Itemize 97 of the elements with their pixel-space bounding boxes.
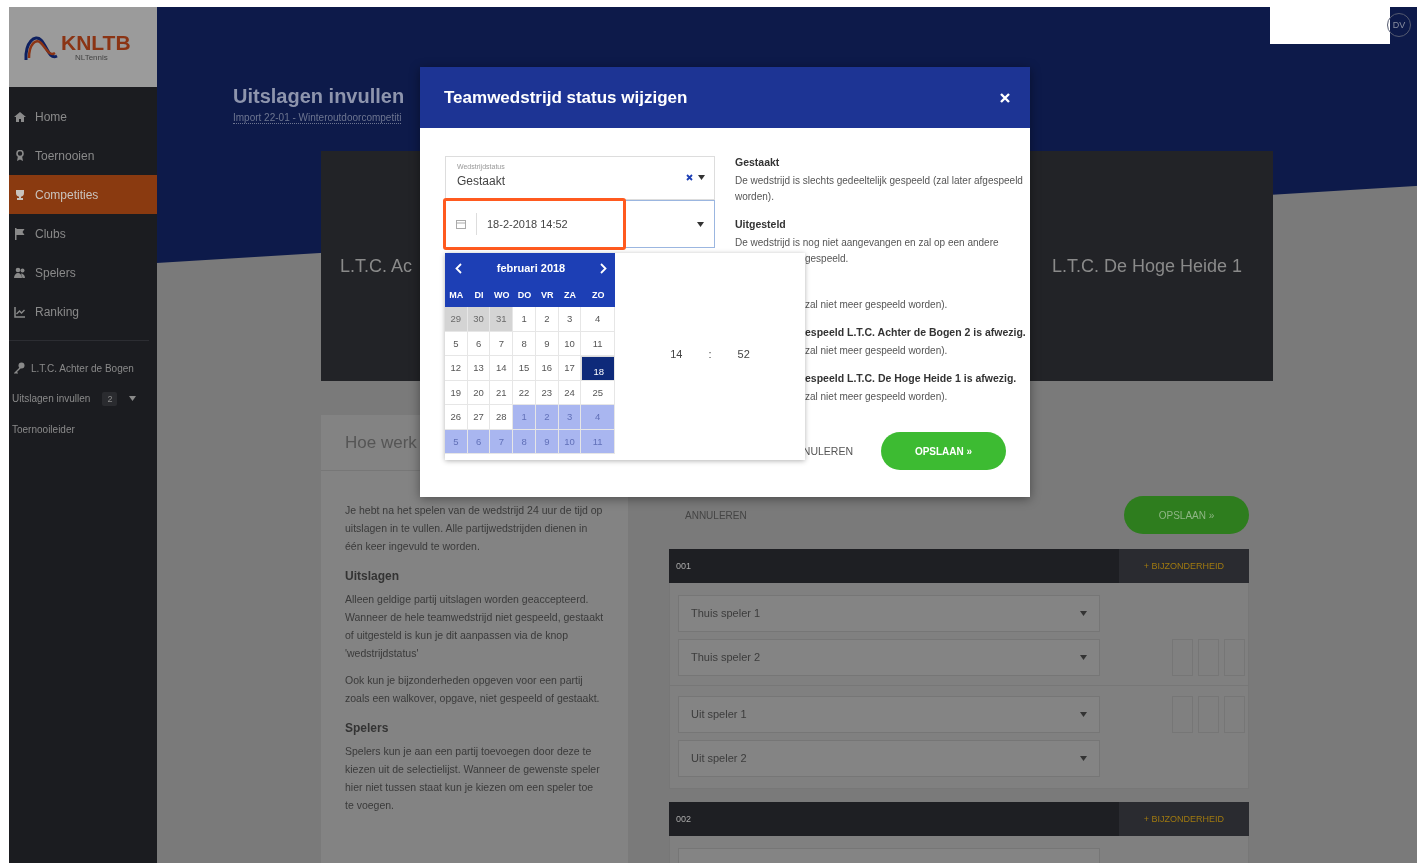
calendar-day[interactable]: 19 [445, 380, 468, 405]
calendar-day[interactable]: 27 [467, 405, 491, 430]
status-title: espeeld L.T.C. De Hoge Heide 1 is afwezig. [805, 372, 1018, 386]
calendar-day[interactable]: 15 [513, 356, 536, 381]
sidebar-item[interactable]: Ranking [9, 292, 157, 331]
caret-icon [697, 221, 704, 227]
match-code: 002 [675, 814, 692, 824]
club-link[interactable]: L.T.C. Achter de Bogen [9, 353, 157, 383]
sidebar-item[interactable]: Clubs [9, 214, 157, 253]
status-description: zal niet meer gespeeld worden). [805, 344, 949, 358]
dialog-title: Teamwedstrijd status wijzigen [444, 87, 688, 108]
match-code: 001 [675, 561, 692, 571]
calendar-day[interactable]: 8 [513, 331, 536, 356]
status-description: De wedstrijd is slechts gedeeltelijk gespeeld (zal later afgespeeld worden). [735, 174, 1024, 204]
weekday-label: WO [490, 283, 514, 307]
calendar-day[interactable]: 11 [581, 331, 615, 356]
help-paragraph: Spelers kun je aan een partij toevoegen door deze te kiezen uit de selectielijst. Wanneer de gewenste speler hier niet tussen staat kun je kiezen om een speler toe te voegen. [345, 744, 601, 813]
help-paragraph: Je hebt na het spelen van de wedstrijd 24 uur de tijd op uitslagen in te vullen. Alle partijwedstrijden dienen in één keer ingevuld te worden. [345, 503, 604, 554]
chevron-left-icon[interactable] [455, 262, 462, 274]
weekday-label: ZA [558, 283, 582, 307]
add-detail-button[interactable]: + BIJZONDERHEID [1119, 802, 1249, 836]
add-detail-button[interactable]: + BIJZONDERHEID [1119, 549, 1249, 583]
calendar-day[interactable]: 22 [513, 380, 536, 405]
calendar-day[interactable]: 26 [445, 405, 468, 430]
caret-icon [1080, 654, 1087, 660]
player-select[interactable]: Uit speler 1 [678, 695, 1100, 733]
logo-text: KNLTB [61, 32, 131, 53]
status-title: Gestaakt [735, 156, 781, 170]
nav-icon [14, 227, 26, 240]
calendar-day[interactable]: 5 [445, 331, 468, 356]
key-icon [13, 362, 25, 374]
page-title: Uitslagen invullen [233, 85, 405, 108]
calendar-day[interactable]: 12 [445, 356, 468, 381]
cancel-link[interactable]: NULEREN [802, 445, 853, 457]
caret-icon [1080, 755, 1087, 761]
caret-icon [1080, 610, 1087, 616]
chevron-right-icon[interactable] [600, 262, 607, 274]
weekday-label: DO [513, 283, 536, 307]
nav-icon [14, 149, 26, 162]
status-description: zal niet meer gespeeld worden). [805, 390, 949, 404]
sidebar-item[interactable]: Competities [9, 175, 157, 214]
count-badge: 2 [102, 391, 118, 406]
month-label: februari 2018 [496, 262, 566, 274]
calendar-day[interactable]: 17 [558, 356, 582, 381]
caret-icon [1080, 711, 1087, 717]
status-description: gespeeld. [805, 252, 850, 266]
help-heading: Spelers [345, 720, 390, 737]
calendar-day[interactable]: 30 [467, 307, 491, 332]
calendar-day[interactable]: 7 [490, 331, 514, 356]
calendar-day[interactable]: 18 [581, 356, 615, 381]
submenu-item[interactable]: Toernooileider [12, 424, 75, 435]
hour-value[interactable]: 14 [670, 347, 683, 360]
clear-icon[interactable] [686, 174, 693, 181]
caret-icon [129, 396, 137, 401]
calendar-icon [456, 219, 466, 229]
sidebar-item[interactable]: Spelers [9, 253, 157, 292]
calendar-day[interactable]: 21 [490, 380, 514, 405]
nav-icon [14, 266, 26, 279]
calendar-day[interactable]: 2 [535, 307, 559, 332]
caret-icon [698, 175, 705, 180]
submenu-item[interactable]: Uitslagen invullen [12, 393, 91, 404]
calendar-day[interactable]: 16 [535, 356, 559, 381]
help-heading: Uitslagen [345, 568, 400, 585]
player-select[interactable]: Thuis speler 1 [678, 594, 1100, 632]
calendar-day[interactable]: 25 [581, 380, 615, 405]
sidebar-item[interactable]: Home [9, 97, 157, 136]
weekday-label: VR [535, 283, 559, 307]
status-description: zal niet meer gespeeld worden). [805, 298, 949, 312]
logo-tagline: NLTennis [75, 52, 109, 62]
close-icon[interactable] [1000, 92, 1010, 103]
nav-icon [14, 305, 26, 318]
help-paragraph: Ook kun je bijzonderheden opgeven voor een partij zoals een walkover, opgave, niet gespeeld of gestaakt. [345, 673, 601, 706]
player-select[interactable]: Thuis speler 2 [678, 638, 1100, 676]
help-paragraph: Alleen geldige partij uitslagen worden geaccepteerd. Wanneer de hele teamwedstrijd niet gespeeld, gestaakt of uitgesteld is kun je dit aanpassen via de knop 'wedstrijdstatus' [345, 592, 604, 661]
calendar-day[interactable]: 14 [490, 356, 514, 381]
player-select[interactable]: Uit speler 2 [678, 739, 1100, 777]
calendar-day[interactable]: 31 [490, 307, 514, 332]
calendar-day[interactable]: 13 [467, 356, 491, 381]
home-team: L.T.C. Ac [340, 255, 413, 277]
away-team: L.T.C. De Hoge Heide 1 [1051, 255, 1242, 277]
weekday-label: ZO [581, 283, 615, 307]
calendar-day[interactable]: 29 [445, 307, 468, 332]
status-title: Uitgesteld [735, 218, 787, 232]
time-separator: : [708, 347, 712, 360]
minute-value[interactable]: 52 [737, 347, 750, 360]
competition-link[interactable]: Import 22-01 - Winteroutdoorcompetiti [233, 112, 402, 124]
sidebar-item[interactable]: Toernooien [9, 136, 157, 175]
weekday-label: MA [445, 283, 468, 307]
calendar-day[interactable]: 3 [558, 307, 582, 332]
nav-icon [14, 188, 26, 201]
calendar-day[interactable]: 28 [490, 405, 514, 430]
weekday-label: DI [467, 283, 491, 307]
calendar-day[interactable]: 1 [513, 307, 536, 332]
status-description: De wedstrijd is nog niet aangevangen en zal op een andere [735, 236, 1000, 250]
calendar-day[interactable]: 4 [581, 307, 615, 332]
nav-icon [14, 110, 26, 123]
status-title: espeeld L.T.C. Achter de Bogen 2 is afwezig. [805, 326, 1026, 340]
